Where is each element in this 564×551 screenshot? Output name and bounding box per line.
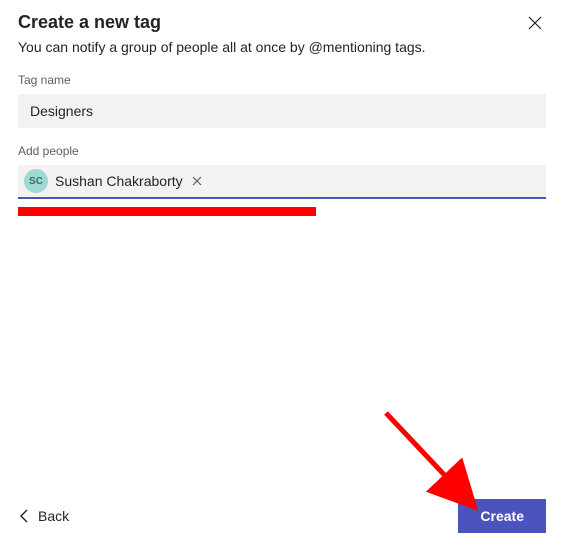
- redaction-bar: [18, 207, 316, 216]
- add-people-input[interactable]: SC Sushan Chakraborty: [18, 165, 546, 199]
- close-icon: [528, 16, 542, 30]
- close-button[interactable]: [524, 12, 546, 34]
- add-people-label: Add people: [18, 144, 546, 158]
- person-name: Sushan Chakraborty: [55, 173, 183, 189]
- dialog-title: Create a new tag: [18, 12, 161, 33]
- back-button[interactable]: Back: [18, 504, 71, 528]
- back-label: Back: [38, 508, 69, 524]
- remove-person-button[interactable]: [190, 174, 204, 188]
- create-button[interactable]: Create: [458, 499, 546, 533]
- tag-name-label: Tag name: [18, 73, 546, 87]
- tag-name-input[interactable]: [18, 94, 546, 128]
- close-icon: [192, 176, 202, 186]
- chevron-left-icon: [20, 509, 28, 523]
- dialog-subtitle: You can notify a group of people all at …: [18, 39, 546, 55]
- avatar: SC: [24, 169, 48, 193]
- person-chip: SC Sushan Chakraborty: [24, 169, 204, 193]
